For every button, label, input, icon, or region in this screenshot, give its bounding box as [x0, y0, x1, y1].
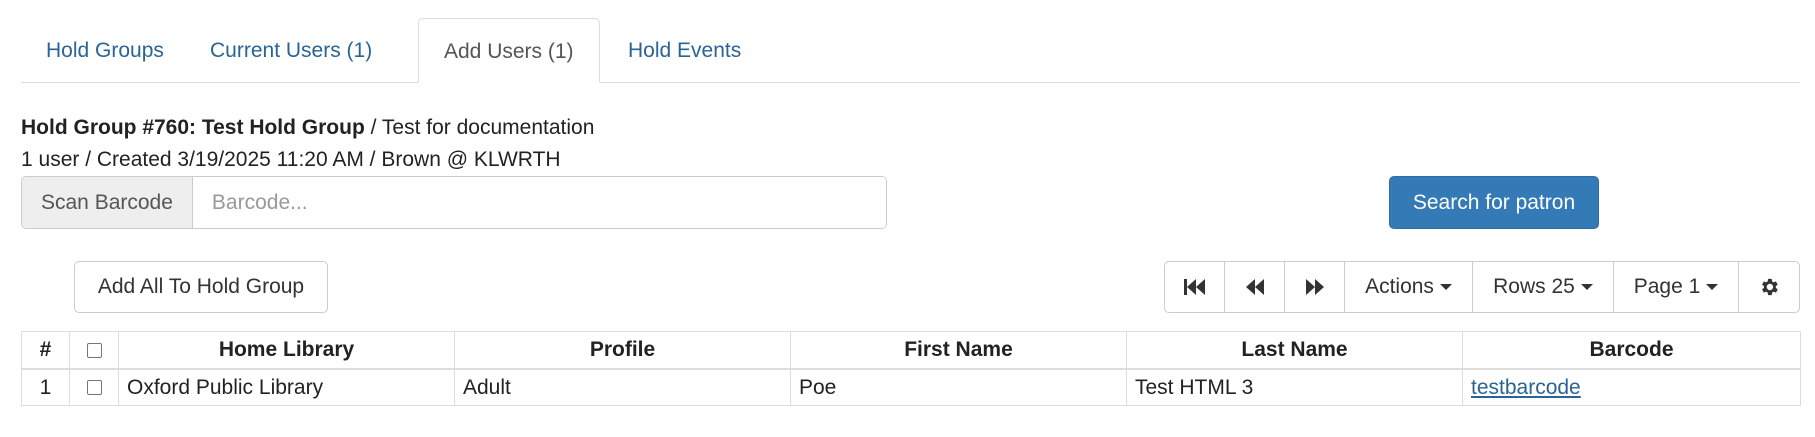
rows-label: Rows 25	[1493, 275, 1575, 298]
tab-bar: Hold Groups Current Users (1) Add Users …	[21, 18, 1800, 83]
first-page-button[interactable]	[1165, 262, 1225, 312]
actions-dropdown[interactable]: Actions	[1345, 262, 1473, 312]
last-name-cell: Test HTML 3	[1126, 368, 1463, 406]
column-header-last-name[interactable]: Last Name	[1126, 331, 1463, 370]
patron-grid: # Home Library Profile First Name Last N…	[21, 331, 1801, 406]
column-header-home-library[interactable]: Home Library	[118, 331, 455, 370]
grid-toolbar: Actions Rows 25 Page 1	[1164, 261, 1800, 313]
search-patron-button[interactable]: Search for patron	[1389, 176, 1599, 229]
group-description: / Test for documentation	[364, 116, 595, 139]
column-header-profile[interactable]: Profile	[454, 331, 791, 370]
actions-label: Actions	[1365, 275, 1434, 298]
first-name-cell: Poe	[790, 368, 1127, 406]
page-dropdown[interactable]: Page 1	[1614, 262, 1739, 312]
barcode-link[interactable]: testbarcode	[1471, 376, 1581, 399]
group-title: Hold Group #760: Test Hold Group	[21, 116, 365, 139]
settings-button[interactable]	[1739, 262, 1799, 312]
row-checkbox[interactable]	[86, 380, 102, 396]
column-header-first-name[interactable]: First Name	[790, 331, 1127, 370]
rows-dropdown[interactable]: Rows 25	[1473, 262, 1614, 312]
barcode-input-group: Scan Barcode	[21, 176, 887, 229]
barcode-input[interactable]	[192, 177, 886, 228]
row-number: 1	[21, 368, 70, 406]
home-library-cell: Oxford Public Library	[118, 368, 455, 406]
select-all-checkbox[interactable]	[86, 342, 102, 358]
tab-hold-events[interactable]: Hold Events	[603, 18, 766, 82]
previous-page-icon	[1245, 279, 1264, 296]
group-meta: 1 user / Created 3/19/2025 11:20 AM / Br…	[21, 148, 561, 171]
barcode-cell: testbarcode	[1462, 368, 1801, 406]
group-heading: Hold Group #760: Test Hold Group / Test …	[21, 116, 594, 140]
tab-add-users[interactable]: Add Users (1)	[418, 18, 600, 83]
scan-barcode-addon: Scan Barcode	[22, 177, 193, 228]
gear-icon	[1762, 279, 1778, 296]
profile-cell: Adult	[454, 368, 791, 406]
chevron-down-icon	[1580, 284, 1593, 291]
chevron-down-icon	[1706, 284, 1719, 291]
next-page-icon	[1305, 279, 1324, 296]
column-header-number: #	[21, 331, 70, 370]
add-all-button[interactable]: Add All To Hold Group	[74, 261, 328, 313]
grid-header-row: # Home Library Profile First Name Last N…	[21, 331, 1801, 370]
column-header-barcode[interactable]: Barcode	[1462, 331, 1801, 370]
row-select-cell	[69, 368, 119, 406]
first-page-icon	[1183, 279, 1205, 296]
previous-page-button[interactable]	[1225, 262, 1285, 312]
page-label: Page 1	[1633, 275, 1701, 298]
next-page-button[interactable]	[1285, 262, 1345, 312]
tab-current-users[interactable]: Current Users (1)	[185, 18, 397, 82]
tab-hold-groups[interactable]: Hold Groups	[21, 18, 189, 82]
select-all-column	[69, 331, 119, 370]
table-row: 1 Oxford Public Library Adult Poe Test H…	[21, 368, 1801, 406]
chevron-down-icon	[1439, 284, 1452, 291]
